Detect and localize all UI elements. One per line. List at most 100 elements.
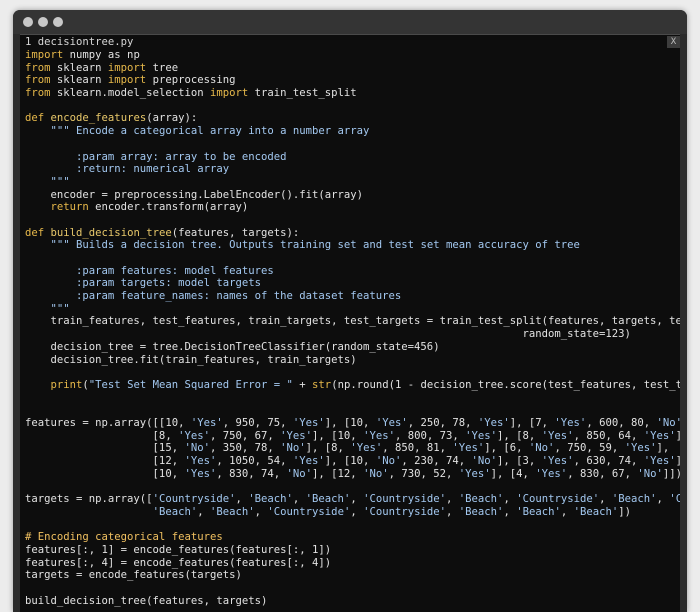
code-token: ])	[618, 505, 632, 518]
code-token: 'No'	[528, 442, 555, 455]
editor-tab-bar: 1 decisiontree.py X	[20, 35, 680, 49]
code-token: ], [6,	[484, 442, 529, 455]
code-token: from	[25, 74, 51, 87]
code-token: 'Yes'	[541, 455, 574, 467]
code-line: :param features: model features	[25, 265, 680, 278]
code-token: 'Beach'	[611, 493, 657, 506]
code-token: 'Beach'	[248, 493, 293, 506]
code-token: ,	[254, 505, 268, 518]
code-line: features[:, 1] = encode_features(feature…	[25, 544, 680, 557]
code-token: 'Yes'	[643, 455, 676, 467]
code-line: [10, 'Yes', 830, 74, 'No'], [12, 'No', 7…	[25, 468, 680, 481]
file-tab[interactable]: 1 decisiontree.py	[25, 36, 133, 48]
code-token: numpy as np	[63, 49, 140, 61]
code-line: print("Test Set Mean Squared Error = " +…	[25, 379, 680, 392]
code-token: ], [4,	[490, 467, 536, 480]
code-token: 'No'	[280, 442, 306, 455]
code-token: ]])	[662, 467, 680, 480]
code-line: [12, 'Yes', 1050, 54, 'Yes'], [10, 'No',…	[25, 455, 680, 468]
code-line: """ Encode a categorical array into a nu…	[25, 125, 680, 138]
code-line: """ Builds a decision tree. Outputs trai…	[25, 239, 680, 252]
code-token: # Encoding categorical features	[25, 531, 223, 544]
code-token: ,	[235, 493, 249, 506]
code-line: [8, 'Yes', 750, 67, 'Yes'], [10, 'Yes', …	[25, 430, 680, 443]
code-line: encoder = preprocessing.LabelEncoder().f…	[25, 189, 680, 202]
code-token: :param array: array to be encoded	[25, 150, 287, 163]
code-token: 'Beach'	[458, 493, 504, 506]
code-token: """ Builds a decision tree. Outputs trai…	[50, 239, 580, 252]
code-token: , 350, 78,	[209, 442, 281, 455]
code-area[interactable]: import numpy as np from sklearn import tr…	[25, 49, 680, 607]
code-token: 'Beach'	[573, 505, 619, 518]
code-token: (array):	[146, 112, 198, 125]
code-token: encoder.transform(array)	[88, 201, 249, 214]
code-token: 'No'	[375, 455, 402, 467]
code-token: 'Beach'	[305, 493, 351, 506]
code-token: 'Countryside'	[669, 493, 680, 506]
code-token: , 850, 64,	[573, 429, 644, 442]
code-line: def encode_features(array):	[25, 112, 680, 125]
close-tab-button[interactable]: X	[667, 36, 680, 48]
code-token: , 750, 67,	[209, 429, 281, 442]
code-token: , 630, 74,	[573, 455, 644, 467]
code-token: ],	[676, 430, 680, 442]
code-token: 'Countryside'	[516, 493, 600, 506]
code-token: import	[107, 61, 147, 74]
code-token: train_test_split	[248, 87, 357, 100]
code-token: 'Yes'	[190, 416, 223, 429]
close-window-button[interactable]	[23, 17, 33, 27]
code-token: features[:, 4] = encode_features(feature…	[25, 556, 332, 569]
minimize-window-button[interactable]	[38, 17, 48, 27]
code-token: 'Yes'	[350, 442, 383, 455]
code-token: encode_features	[50, 112, 147, 125]
code-line: decision_tree.fit(train_features, train_…	[25, 354, 680, 367]
code-token: [8,	[25, 429, 179, 442]
code-token: 'Yes'	[458, 467, 491, 480]
code-token: 'Countryside'	[152, 493, 236, 506]
code-token: 'Beach'	[516, 505, 561, 518]
maximize-window-button[interactable]	[53, 17, 63, 27]
code-line: from sklearn import tree	[25, 62, 680, 75]
code-token: sklearn	[50, 61, 108, 74]
code-token: ], [8,	[305, 442, 351, 455]
code-line: random_state=123)	[25, 328, 680, 341]
code-token: return	[50, 201, 89, 214]
code-token: ],	[656, 442, 670, 455]
code-token: , 800, 73,	[394, 429, 466, 442]
code-token: ], [10,	[312, 429, 364, 442]
code-token: build_decision_tree	[50, 226, 172, 239]
code-token: targets = np.array([	[25, 493, 153, 506]
code-token: """ Encode a categorical array into a nu…	[50, 125, 370, 138]
code-line: :param targets: model targets	[25, 277, 680, 290]
code-token: , 1050, 54,	[216, 455, 293, 467]
code-token: 'Countryside'	[267, 505, 351, 518]
code-token: 'No'	[656, 416, 680, 429]
code-token: from	[25, 61, 51, 74]
code-token: decision_tree.fit(train_features, train_…	[25, 353, 357, 366]
code-token: , 830, 74,	[216, 467, 287, 480]
code-editor[interactable]: 1 decisiontree.py X import numpy as np fr…	[20, 34, 680, 612]
code-line: :param feature_names: names of the datas…	[25, 290, 680, 303]
code-token: ], [3,	[497, 455, 542, 467]
code-token: ], [7,	[509, 416, 555, 429]
code-token: """	[25, 302, 70, 315]
code-token: ,	[503, 493, 517, 506]
code-line: train_features, test_features, train_tar…	[25, 315, 681, 328]
code-line: """	[25, 303, 680, 316]
code-token: , 950, 75,	[222, 416, 293, 429]
code-token: def	[25, 226, 45, 239]
code-token: ,	[350, 493, 364, 506]
code-token: preprocessing	[146, 74, 236, 87]
code-token: [10,	[25, 467, 185, 480]
code-token: features[:, 1] = encode_features(feature…	[25, 543, 332, 556]
code-token: 'Beach'	[209, 505, 255, 518]
code-token: 'Countryside'	[363, 493, 447, 506]
code-token: (features, targets):	[171, 226, 300, 239]
code-token: build_decision_tree(features, targets)	[25, 594, 268, 607]
code-token: ,	[599, 493, 612, 506]
